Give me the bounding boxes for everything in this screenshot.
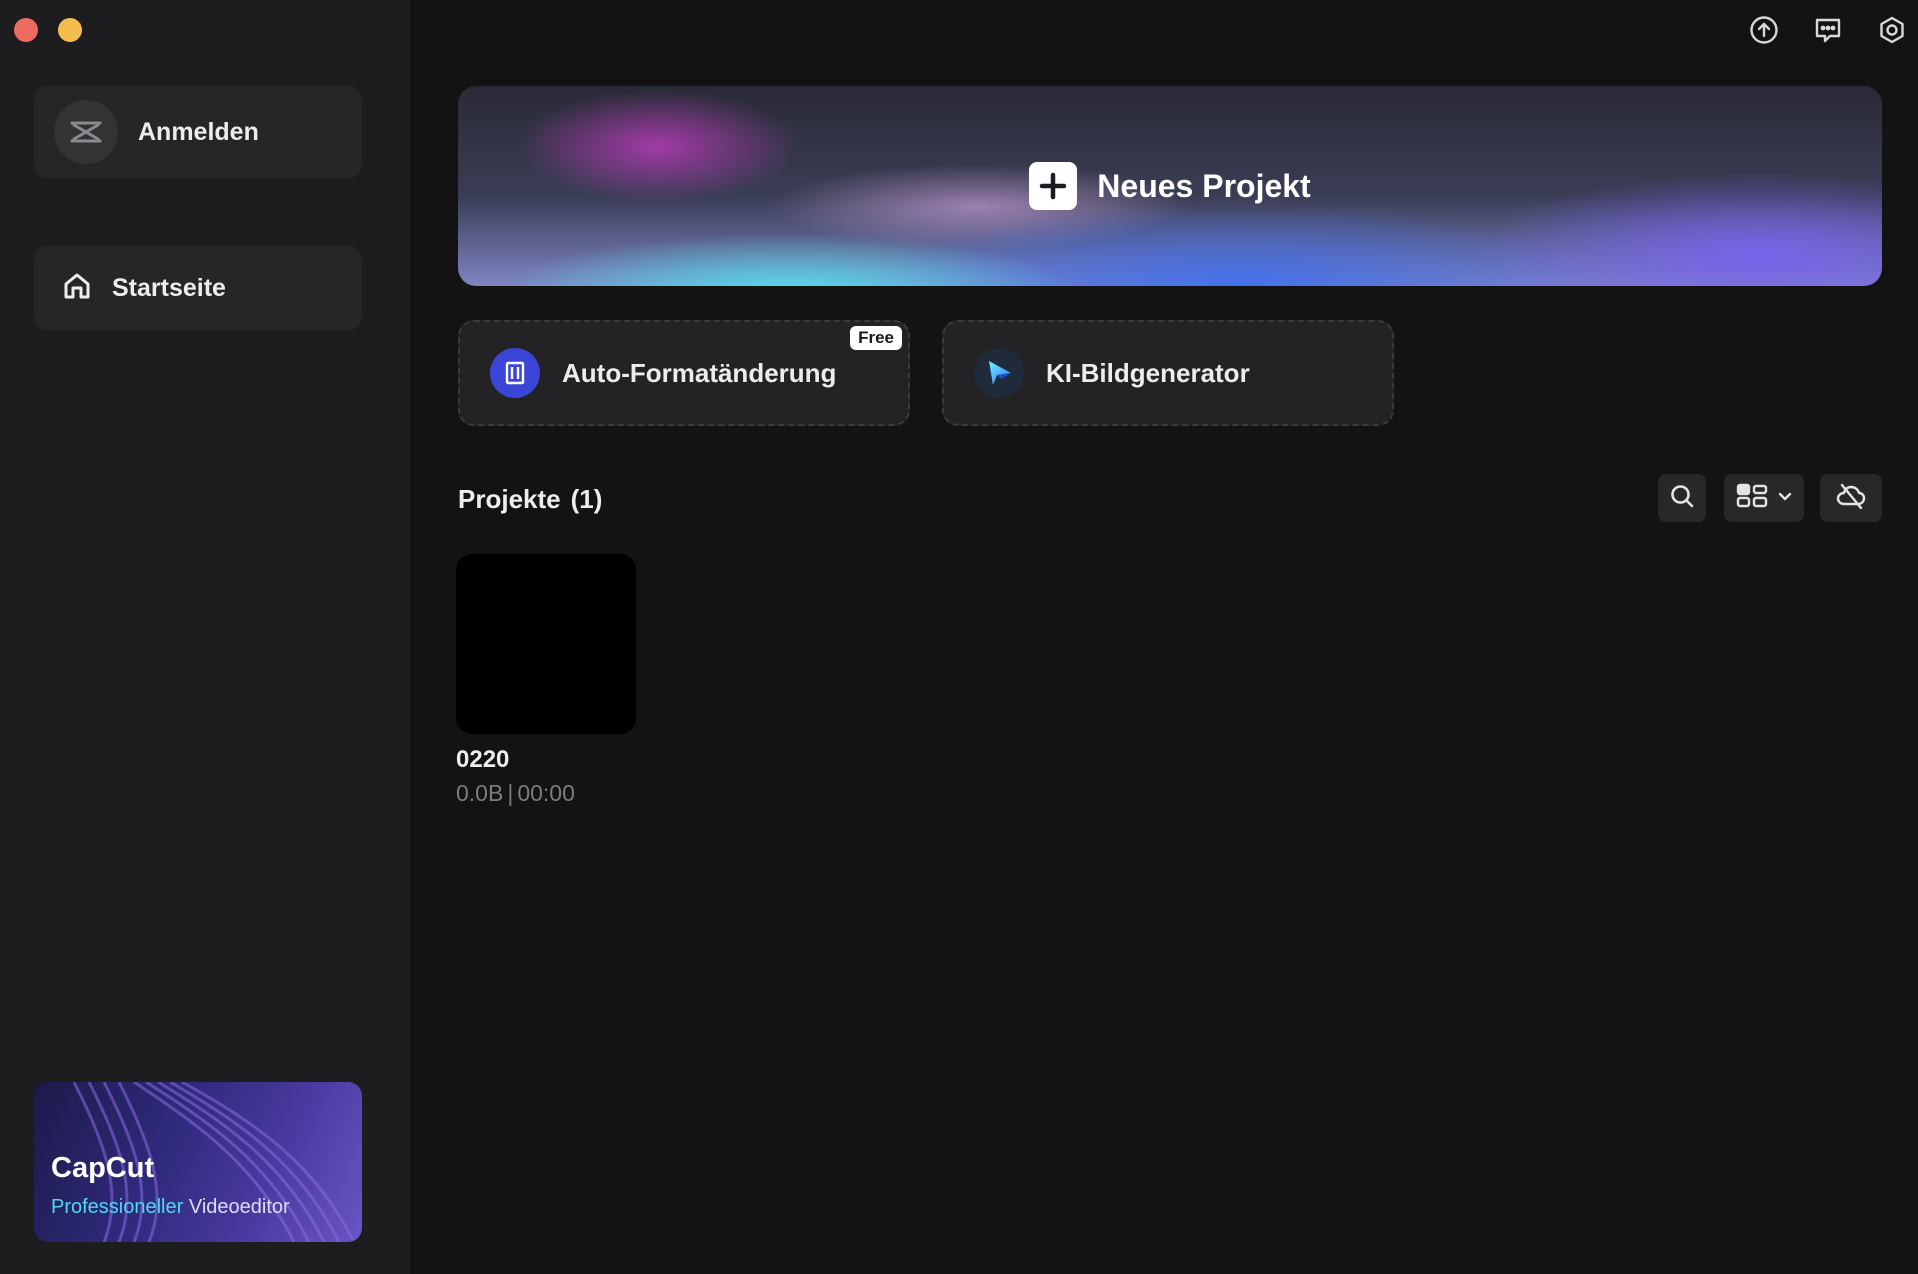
minimize-window-button[interactable] xyxy=(58,18,82,42)
sidebar-item-label: Startseite xyxy=(112,273,226,302)
login-button[interactable]: Anmelden xyxy=(34,86,362,178)
plus-icon xyxy=(1029,162,1078,210)
project-size: 0.0B xyxy=(456,780,504,806)
close-window-button[interactable] xyxy=(14,18,38,42)
view-mode-dropdown[interactable] xyxy=(1724,474,1804,522)
meta-separator: | xyxy=(507,780,514,806)
cloud-off-icon xyxy=(1836,483,1866,514)
search-icon xyxy=(1669,483,1695,514)
free-badge: Free xyxy=(850,326,902,350)
grid-view-icon xyxy=(1736,483,1768,514)
capcut-logo-icon xyxy=(54,100,118,164)
feedback-icon[interactable] xyxy=(1812,14,1844,46)
promo-subtitle-accent: Professioneller xyxy=(51,1196,184,1218)
chevron-down-icon xyxy=(1778,489,1792,507)
app-window: Anmelden Startseite CapCut Professionell… xyxy=(0,0,1918,1274)
project-name[interactable]: 0220 xyxy=(456,746,509,774)
project-duration: 00:00 xyxy=(517,780,575,806)
project-thumbnail[interactable] xyxy=(456,554,636,734)
ai-image-generator-tool-card[interactable]: KI-Bildgenerator xyxy=(942,320,1394,426)
home-icon xyxy=(62,271,92,306)
ai-image-generator-icon xyxy=(974,348,1024,398)
cloud-sync-button[interactable] xyxy=(1820,474,1882,522)
tool-label: Auto-Formatänderung xyxy=(562,357,837,388)
sidebar: Anmelden Startseite CapCut Professionell… xyxy=(0,0,410,1274)
promo-subtitle: Professioneller Videoeditor xyxy=(51,1196,290,1219)
promo-banner[interactable]: CapCut Professioneller Videoeditor xyxy=(34,1082,362,1242)
upload-icon[interactable] xyxy=(1748,14,1780,46)
sidebar-item-startseite[interactable]: Startseite xyxy=(34,246,362,330)
auto-reframe-tool-card[interactable]: Auto-Formatänderung Free xyxy=(458,320,910,426)
settings-icon[interactable] xyxy=(1876,14,1908,46)
auto-reframe-icon xyxy=(490,348,540,398)
promo-title: CapCut xyxy=(51,1152,155,1184)
login-label: Anmelden xyxy=(138,117,259,146)
projects-title: Projekte xyxy=(458,484,561,514)
promo-subtitle-rest: Videoeditor xyxy=(183,1196,290,1218)
window-controls xyxy=(14,18,82,42)
project-meta: 0.0B | 00:00 xyxy=(456,780,575,807)
new-project-content: Neues Projekt xyxy=(458,86,1882,286)
projects-heading: Projekte (1) xyxy=(458,484,602,515)
search-button[interactable] xyxy=(1658,474,1706,522)
new-project-button[interactable]: Neues Projekt xyxy=(458,86,1882,286)
tool-label: KI-Bildgenerator xyxy=(1046,357,1250,388)
new-project-label: Neues Projekt xyxy=(1097,167,1311,204)
projects-count: (1) xyxy=(570,484,603,514)
header-toolbar xyxy=(1748,14,1908,46)
